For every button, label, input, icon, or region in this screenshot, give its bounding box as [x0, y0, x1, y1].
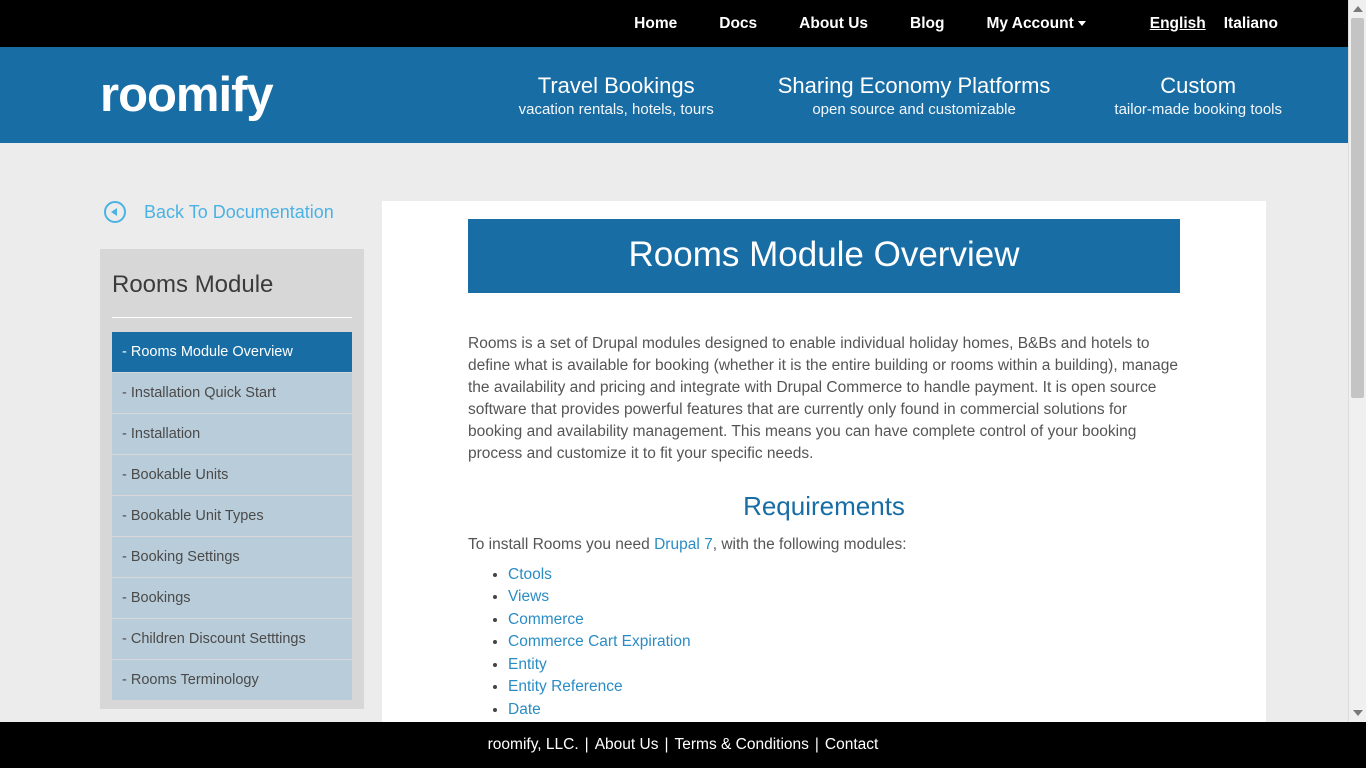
nav-about[interactable]: About Us: [799, 15, 868, 33]
sidebar-item-bookable-units[interactable]: Bookable Units: [112, 455, 352, 495]
nav-my-account[interactable]: My Account: [986, 15, 1085, 33]
page-body: Back To Documentation Rooms Module Rooms…: [0, 143, 1366, 762]
sidebar-item-bookings[interactable]: Bookings: [112, 578, 352, 618]
sidebar-item-overview[interactable]: Rooms Module Overview: [112, 332, 352, 372]
install-prefix: To install Rooms you need: [468, 536, 654, 553]
list-item: Commerce: [508, 609, 1180, 631]
footer-link-contact[interactable]: Contact: [825, 736, 878, 754]
top-nav: Home Docs About Us Blog My Account Engli…: [0, 0, 1366, 47]
footer-sep: |: [585, 736, 589, 754]
hero-link-sub: open source and customizable: [778, 101, 1051, 118]
sidebar: Back To Documentation Rooms Module Rooms…: [100, 201, 364, 762]
hero-link-title: Travel Bookings: [519, 73, 714, 99]
footer: roomify, LLC. | About Us | Terms & Condi…: [0, 722, 1366, 768]
install-suffix: , with the following modules:: [713, 536, 907, 553]
sidebar-heading: Rooms Module: [112, 263, 352, 318]
list-item: Ctools: [508, 564, 1180, 586]
hero-links: Travel Bookings vacation rentals, hotels…: [487, 73, 1314, 118]
language-switcher: English Italiano: [1150, 15, 1278, 33]
scroll-down-arrow-icon[interactable]: [1349, 704, 1366, 722]
content-area: Rooms Module Overview Rooms is a set of …: [382, 201, 1266, 762]
back-to-docs-label: Back To Documentation: [144, 202, 334, 223]
nav-my-account-label: My Account: [986, 15, 1073, 32]
sidebar-item-terminology[interactable]: Rooms Terminology: [112, 660, 352, 700]
module-link-commerce[interactable]: Commerce: [508, 611, 584, 628]
module-link-ctools[interactable]: Ctools: [508, 566, 552, 583]
nav-home[interactable]: Home: [634, 15, 677, 33]
sidebar-item-bookable-types[interactable]: Bookable Unit Types: [112, 496, 352, 536]
drupal-link[interactable]: Drupal 7: [654, 536, 713, 553]
module-link-entity[interactable]: Entity: [508, 656, 547, 673]
module-link-date[interactable]: Date: [508, 701, 541, 718]
scroll-up-arrow-icon[interactable]: [1349, 0, 1366, 18]
requirements-list: Ctools Views Commerce Commerce Cart Expi…: [468, 564, 1180, 744]
requirements-heading: Requirements: [468, 491, 1180, 522]
module-link-views[interactable]: Views: [508, 588, 549, 605]
module-link-commerce-cart-expiration[interactable]: Commerce Cart Expiration: [508, 633, 691, 650]
site-logo[interactable]: roomify: [100, 67, 273, 123]
list-item: Date: [508, 699, 1180, 721]
sidebar-item-installation[interactable]: Installation: [112, 414, 352, 454]
list-item: Commerce Cart Expiration: [508, 631, 1180, 653]
sidebar-item-quickstart[interactable]: Installation Quick Start: [112, 373, 352, 413]
footer-link-terms[interactable]: Terms & Conditions: [675, 736, 809, 754]
vertical-scrollbar[interactable]: [1348, 0, 1366, 722]
module-link-entity-reference[interactable]: Entity Reference: [508, 678, 623, 695]
hero-link-title: Custom: [1114, 73, 1282, 99]
hero-link-sub: tailor-made booking tools: [1114, 101, 1282, 118]
nav-docs[interactable]: Docs: [719, 15, 757, 33]
hero-link-custom[interactable]: Custom tailor-made booking tools: [1082, 73, 1314, 118]
hero-link-title: Sharing Economy Platforms: [778, 73, 1051, 99]
footer-sep: |: [664, 736, 668, 754]
nav-blog[interactable]: Blog: [910, 15, 944, 33]
intro-paragraph: Rooms is a set of Drupal modules designe…: [468, 333, 1180, 465]
lang-italiano[interactable]: Italiano: [1224, 15, 1278, 33]
list-item: Entity Reference: [508, 676, 1180, 698]
hero-link-travel[interactable]: Travel Bookings vacation rentals, hotels…: [487, 73, 746, 118]
hero-link-sub: vacation rentals, hotels, tours: [519, 101, 714, 118]
back-to-docs-link[interactable]: Back To Documentation: [100, 201, 364, 223]
sidebar-panel: Rooms Module Rooms Module Overview Insta…: [100, 249, 364, 709]
sidebar-item-children-discount[interactable]: Children Discount Setttings: [112, 619, 352, 659]
list-item: Views: [508, 586, 1180, 608]
sidebar-item-booking-settings[interactable]: Booking Settings: [112, 537, 352, 577]
chevron-down-icon: [1078, 21, 1086, 26]
page-title: Rooms Module Overview: [468, 219, 1180, 293]
arrow-left-circle-icon: [104, 201, 126, 223]
footer-link-about[interactable]: About Us: [595, 736, 659, 754]
lang-english[interactable]: English: [1150, 15, 1206, 33]
hero-link-sharing[interactable]: Sharing Economy Platforms open source an…: [746, 73, 1083, 118]
hero-bar: roomify Travel Bookings vacation rentals…: [0, 47, 1366, 143]
list-item: Entity: [508, 654, 1180, 676]
scroll-thumb[interactable]: [1351, 18, 1364, 398]
footer-company: roomify, LLC.: [488, 736, 579, 754]
footer-sep: |: [815, 736, 819, 754]
install-line: To install Rooms you need Drupal 7, with…: [468, 536, 1180, 554]
sidebar-nav: Rooms Module Overview Installation Quick…: [112, 332, 352, 700]
